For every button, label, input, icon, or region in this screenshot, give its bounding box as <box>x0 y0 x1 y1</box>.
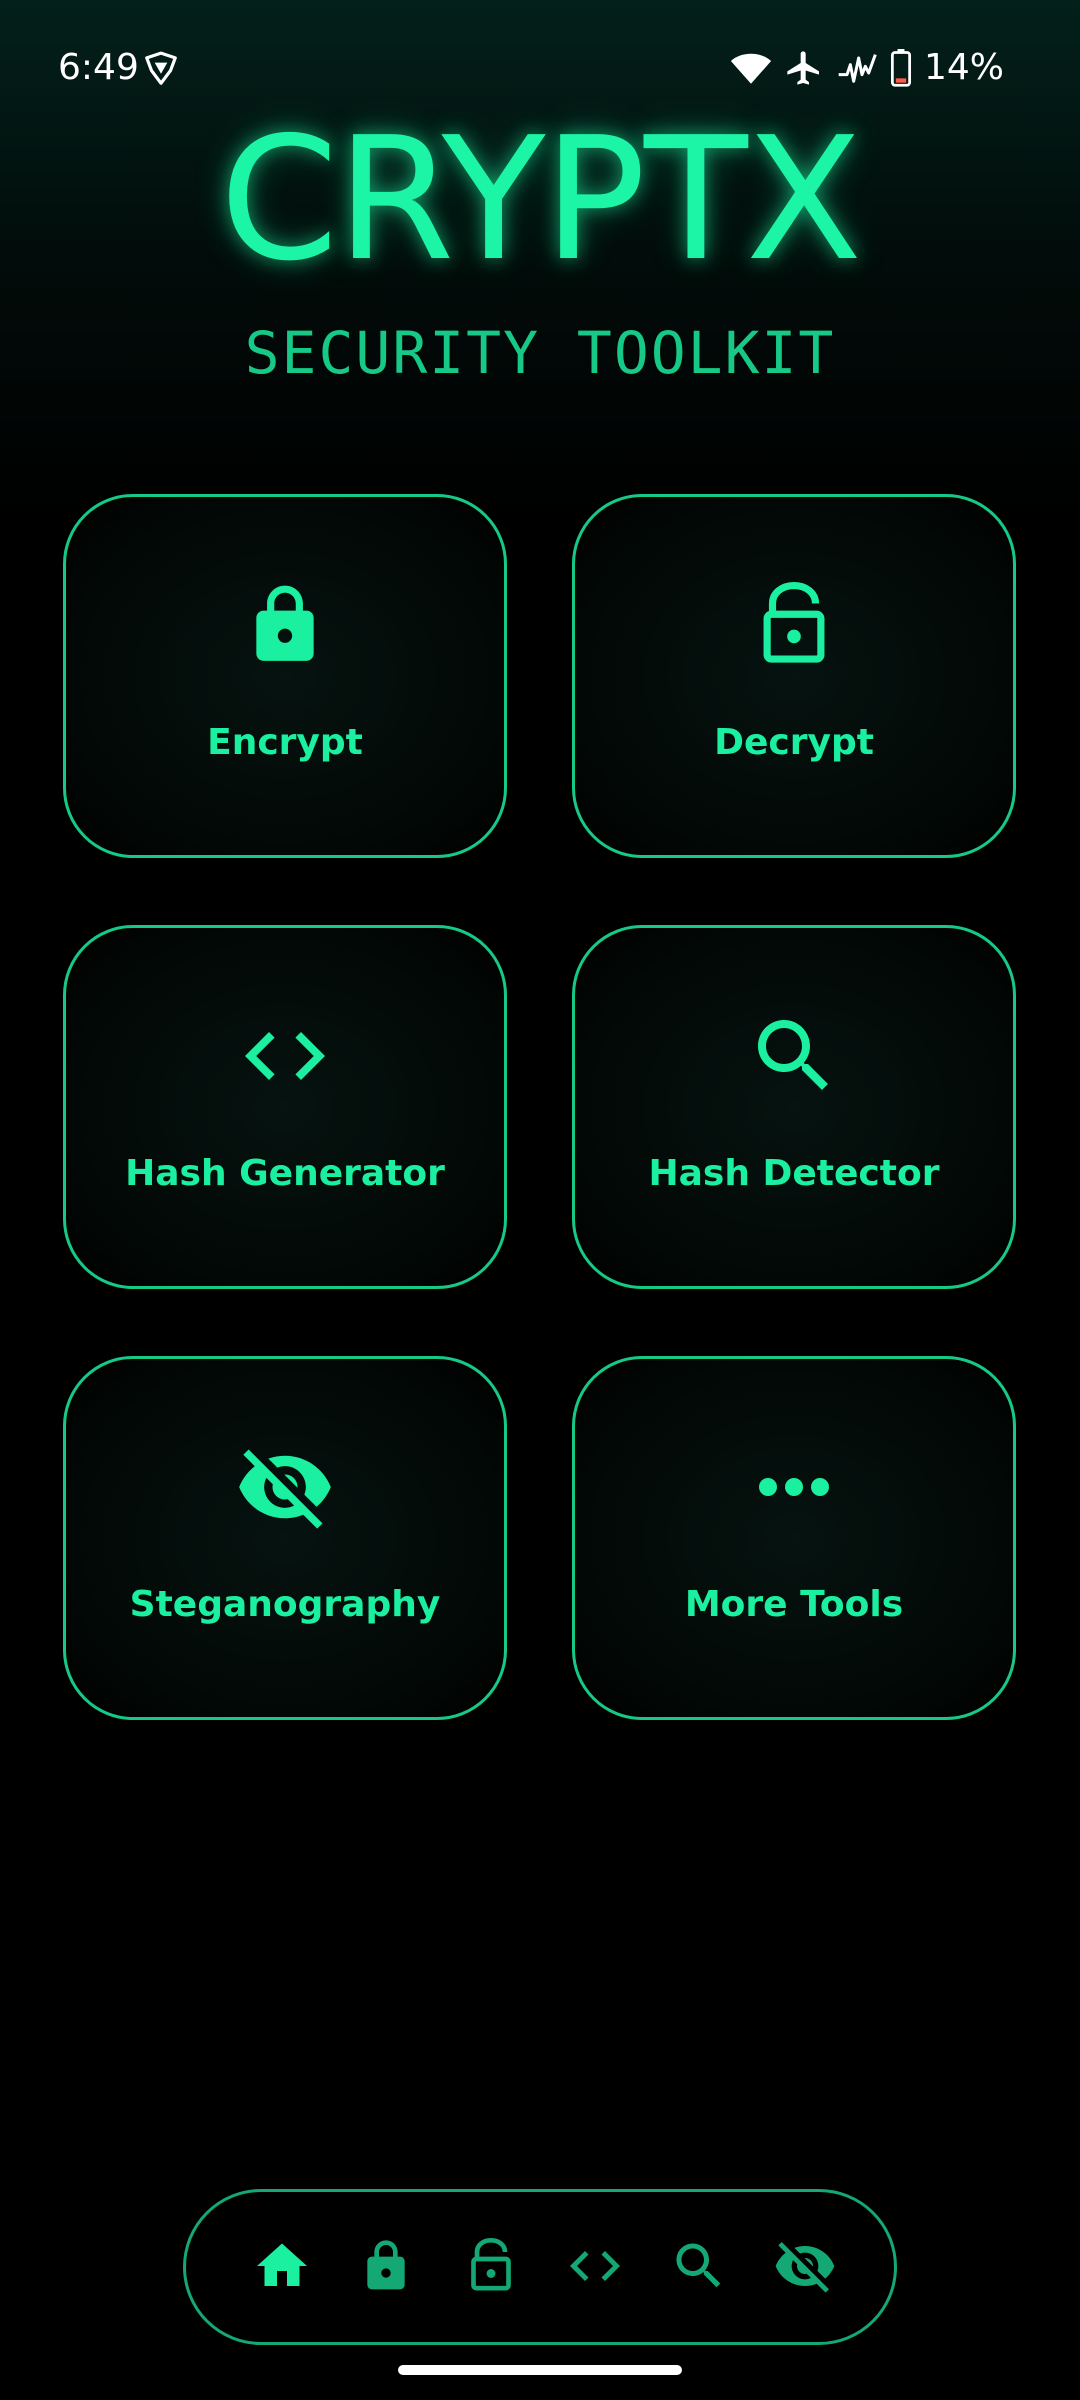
steganography-card[interactable]: Steganography <box>63 1356 507 1720</box>
decrypt-label: Decrypt <box>714 722 874 763</box>
app-subtitle: SECURITY TOOLKIT <box>244 319 836 387</box>
hash-detector-label: Hash Detector <box>648 1153 940 1194</box>
status-time: 6:49 <box>58 47 139 88</box>
vpn-shield-icon <box>142 50 180 88</box>
hash-generator-label: Hash Generator <box>125 1153 445 1194</box>
search-icon <box>669 2236 729 2300</box>
battery-icon <box>890 49 912 87</box>
eye-off-icon <box>773 2234 837 2302</box>
unlock-icon <box>575 575 1013 675</box>
app-title: CRYPTX <box>219 101 863 299</box>
encrypt-label: Encrypt <box>207 722 363 763</box>
nav-hash-generator[interactable] <box>557 2230 633 2306</box>
decrypt-card[interactable]: Decrypt <box>572 494 1016 858</box>
search-icon <box>575 1006 1013 1106</box>
code-icon <box>66 1006 504 1106</box>
lock-icon <box>66 575 504 675</box>
signal-activity-icon <box>836 48 878 88</box>
eye-off-icon <box>66 1437 504 1537</box>
status-icons: 14% <box>730 44 1004 92</box>
bottom-nav <box>183 2189 897 2345</box>
nav-steganography[interactable] <box>767 2230 843 2306</box>
airplane-mode-icon <box>784 48 824 88</box>
unlock-icon <box>463 2236 519 2300</box>
gesture-bar[interactable] <box>398 2365 682 2375</box>
hash-generator-card[interactable]: Hash Generator <box>63 925 507 1289</box>
battery-percent: 14% <box>923 47 1004 88</box>
code-icon <box>565 2236 625 2300</box>
wifi-icon <box>730 50 772 86</box>
more-dots-icon <box>575 1437 1013 1537</box>
nav-home[interactable] <box>244 2230 320 2306</box>
steganography-label: Steganography <box>129 1584 441 1625</box>
nav-decrypt[interactable] <box>453 2230 529 2306</box>
lock-icon <box>358 2236 414 2300</box>
more-tools-label: More Tools <box>684 1584 904 1625</box>
nav-encrypt[interactable] <box>348 2230 424 2306</box>
nav-hash-detector[interactable] <box>661 2230 737 2306</box>
home-icon <box>252 2236 312 2300</box>
encrypt-card[interactable]: Encrypt <box>63 494 507 858</box>
more-tools-card[interactable]: More Tools <box>572 1356 1016 1720</box>
hash-detector-card[interactable]: Hash Detector <box>572 925 1016 1289</box>
